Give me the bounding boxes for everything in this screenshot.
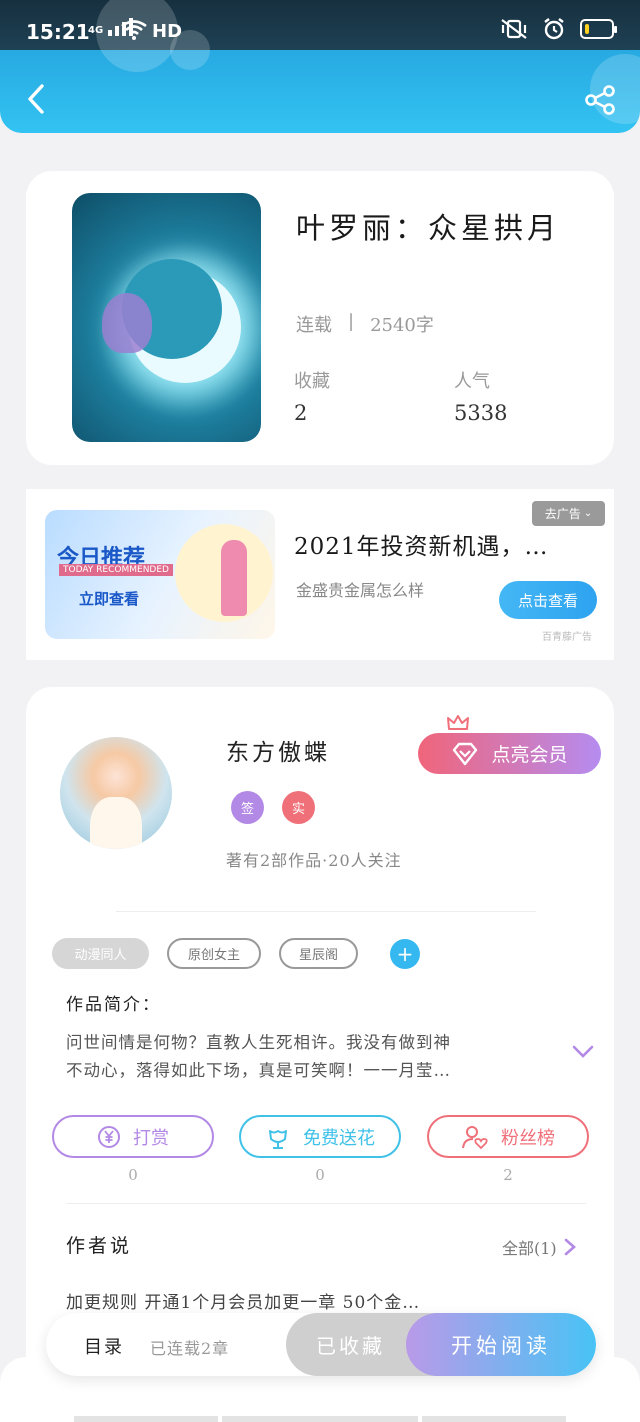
- crown-icon: [447, 715, 469, 730]
- book-cover[interactable]: [72, 193, 261, 442]
- back-button[interactable]: [22, 82, 52, 116]
- toc-button[interactable]: 目录: [84, 1333, 124, 1359]
- flower-icon: [269, 1129, 287, 1149]
- remove-ad-button[interactable]: 去广告 ⌄: [532, 501, 605, 526]
- remove-ad-label: 去广告: [544, 507, 581, 521]
- book-meta: 连载 | 2540字: [296, 311, 434, 337]
- author-name[interactable]: 东方傲蝶: [226, 733, 330, 767]
- tag-item[interactable]: 原创女主: [167, 938, 261, 969]
- ad-banner-subtitle: TODAY RECOMMENDED: [59, 564, 173, 576]
- chapter-count: 已连载2章: [150, 1339, 230, 1358]
- book-title: 叶罗丽：众星拱月: [296, 211, 561, 245]
- ad-subtitle: 金盛贵金属怎么样: [296, 581, 425, 600]
- top-header: 15:21 4G HD: [0, 0, 640, 133]
- alarm-icon: [544, 18, 564, 40]
- ad-card[interactable]: 今日推荐 TODAY RECOMMENDED 立即查看 去广告 ⌄ 2021年投…: [26, 489, 614, 660]
- meta-separator: |: [348, 311, 355, 332]
- flower-count: 0: [315, 1166, 325, 1184]
- author-stats: 著有2部作品·20人关注: [226, 851, 402, 870]
- status-time: 15:21: [26, 20, 90, 44]
- vibrate-icon: [501, 19, 527, 39]
- intro-line: 问世间情是何物？直教人生死相许。我没有做到神: [66, 1033, 451, 1052]
- ad-view-button[interactable]: 点击查看: [499, 581, 597, 619]
- battery-icon: [580, 19, 617, 39]
- vip-button[interactable]: 点亮会员: [418, 733, 601, 774]
- collect-value: 2: [294, 401, 308, 425]
- intro-label: 作品简介：: [66, 995, 161, 1015]
- vip-button-label: 点亮会员: [491, 744, 568, 766]
- fan-ranking-label: 粉丝榜: [501, 1127, 555, 1149]
- ad-banner-cta: 立即查看: [79, 590, 140, 608]
- fan-count: 2: [503, 1166, 513, 1184]
- reward-count: 0: [128, 1166, 138, 1184]
- tag-item[interactable]: 星辰阁: [279, 938, 358, 969]
- add-tag-button[interactable]: +: [390, 939, 420, 969]
- book-info-card: 叶罗丽：众星拱月 连载 | 2540字 收藏 2 人气 5338: [26, 171, 614, 465]
- bottom-tab-line: [422, 1416, 566, 1422]
- ad-source: 百青藤广告: [542, 632, 592, 643]
- fan-ranking-button[interactable]: 粉丝榜: [427, 1115, 589, 1158]
- tag-item[interactable]: 动漫同人: [52, 938, 149, 969]
- cover-figure: [102, 293, 152, 353]
- send-flower-button[interactable]: 免费送花: [239, 1115, 401, 1158]
- status-right-icons: [500, 17, 617, 41]
- divider: [66, 1203, 586, 1204]
- share-button[interactable]: [582, 84, 618, 116]
- ad-figure: [221, 540, 247, 616]
- bottom-tab-line: [222, 1416, 418, 1422]
- verified-badge: 实: [282, 791, 315, 824]
- user-heart-icon: [462, 1125, 488, 1149]
- book-status: 连载: [296, 315, 332, 336]
- bottom-tab-line: [74, 1416, 218, 1422]
- author-say-label: 作者说: [66, 1235, 133, 1257]
- start-reading-button[interactable]: 开始阅读: [406, 1313, 596, 1376]
- chevron-down-icon: ⌄: [583, 508, 593, 519]
- collect-label: 收藏: [294, 371, 330, 392]
- divider: [116, 911, 536, 912]
- send-flower-label: 免费送花: [303, 1127, 375, 1149]
- bottom-action-bar: 目录 已连载2章 已收藏 开始阅读: [46, 1313, 596, 1376]
- yen-coin-icon: [98, 1125, 120, 1148]
- hd-indicator: HD: [152, 21, 183, 42]
- author-card: 东方傲蝶 签 实 著有2部作品·20人关注 点亮会员 动漫同人 原创女主 星辰阁…: [26, 687, 614, 1387]
- author-say-all-link[interactable]: 全部(1): [502, 1235, 577, 1259]
- signed-badge: 签: [231, 791, 264, 824]
- author-say-text[interactable]: 加更规则 开通1个月会员加更一章 50个金…: [66, 1288, 420, 1313]
- diamond-icon: [453, 742, 478, 765]
- reward-label: 打赏: [133, 1127, 169, 1149]
- popularity-label: 人气: [454, 371, 490, 392]
- word-count: 2540字: [370, 315, 434, 336]
- intro-line: 不动心，落得如此下场，真是可笑啊！一一月莹…: [66, 1061, 451, 1080]
- author-avatar[interactable]: [60, 737, 172, 849]
- author-say-all-label: 全部(1): [502, 1239, 557, 1258]
- network-type: 4G: [88, 25, 104, 36]
- ad-banner-image[interactable]: 今日推荐 TODAY RECOMMENDED 立即查看: [45, 510, 275, 639]
- popularity-value: 5338: [454, 401, 508, 425]
- intro-text: 问世间情是何物？直教人生死相许。我没有做到神 不动心，落得如此下场，真是可笑啊！…: [66, 1029, 536, 1085]
- expand-chevron-icon[interactable]: [571, 1044, 595, 1060]
- wifi-icon: [121, 20, 147, 40]
- reward-button[interactable]: 打赏: [52, 1115, 214, 1158]
- chevron-right-icon: [564, 1238, 576, 1256]
- ad-title: 2021年投资新机遇，…: [294, 534, 549, 560]
